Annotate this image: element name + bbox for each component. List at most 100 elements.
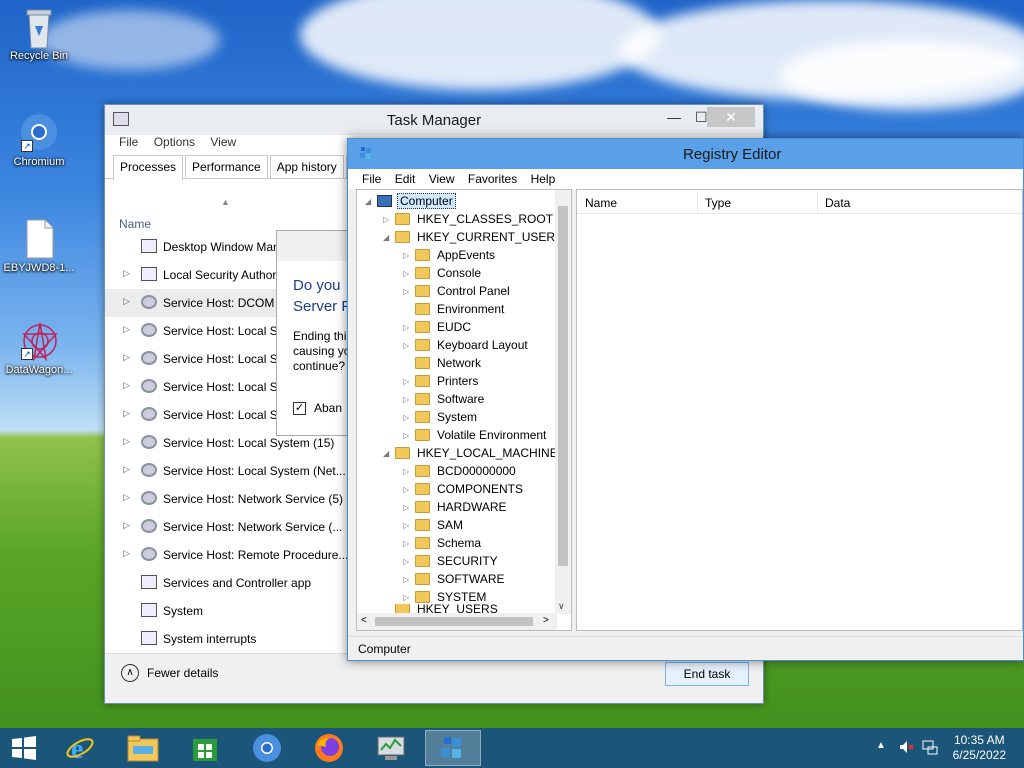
tree-node[interactable]: ▷ BCD00000000	[403, 462, 518, 480]
taskbar-registry-editor[interactable]	[425, 730, 481, 766]
registry-editor-window[interactable]: Registry Editor File Edit View Favorites…	[347, 138, 1024, 661]
taskbar-chromium[interactable]	[239, 730, 295, 766]
sort-up-icon[interactable]: ▲	[221, 197, 230, 207]
chevron-left-icon[interactable]: <	[361, 615, 367, 626]
chevron-right-icon[interactable]: >	[543, 615, 549, 626]
menu-view[interactable]: View	[210, 135, 236, 149]
expand-icon[interactable]: ▷	[403, 431, 415, 440]
expand-icon[interactable]: ▷	[123, 268, 130, 279]
tree-node[interactable]: ▷ Keyboard Layout	[403, 336, 530, 354]
expand-icon[interactable]: ▷	[123, 408, 130, 419]
tree-node-hkcr[interactable]: ▷ HKEY_CLASSES_ROOT	[383, 210, 555, 228]
tree-node[interactable]: ▷ COMPONENTS	[403, 480, 525, 498]
tree-node[interactable]: ▷ Software	[403, 390, 486, 408]
expand-icon[interactable]: ▷	[123, 436, 130, 447]
expand-icon[interactable]: ▷	[123, 324, 130, 335]
taskbar-file-explorer[interactable]	[115, 730, 171, 766]
tree-node-computer[interactable]: ◢ Computer	[365, 192, 456, 210]
expand-icon[interactable]: ▷	[403, 575, 415, 584]
column-data[interactable]: Data	[825, 196, 850, 210]
tab-processes[interactable]: Processes	[113, 155, 184, 180]
expand-icon[interactable]: ▷	[403, 287, 415, 296]
fewer-details-button[interactable]: ∧ Fewer details	[121, 664, 218, 682]
expand-icon[interactable]: ▷	[123, 492, 130, 503]
minimize-icon[interactable]: —	[667, 109, 681, 125]
expand-icon[interactable]: ▷	[403, 539, 415, 548]
tree-node[interactable]: ▷ AppEvents	[403, 246, 497, 264]
expand-icon[interactable]: ▷	[123, 296, 130, 307]
taskbar-task-manager[interactable]	[363, 730, 419, 766]
checkbox-checked-icon[interactable]: ✓	[293, 401, 306, 415]
tree-horizontal-scrollbar[interactable]: < >	[357, 613, 557, 630]
tree-node[interactable]: ▷ SECURITY	[403, 552, 500, 570]
tree-node[interactable]: ▷ EUDC	[403, 318, 473, 336]
chevron-down-icon[interactable]: ∨	[558, 601, 565, 612]
expand-icon[interactable]: ▷	[403, 467, 415, 476]
scrollbar-thumb[interactable]	[375, 617, 533, 626]
expand-icon[interactable]: ▷	[403, 323, 415, 332]
menu-file[interactable]: File	[362, 172, 381, 186]
expand-icon[interactable]: ▷	[403, 503, 415, 512]
menu-edit[interactable]: Edit	[395, 172, 416, 186]
column-divider[interactable]	[697, 192, 698, 212]
registry-editor-titlebar[interactable]: Registry Editor	[348, 139, 1023, 169]
abandon-checkbox[interactable]: ✓ Aban	[293, 401, 342, 415]
desktop-icon-recycle-bin[interactable]: Recycle Bin	[0, 6, 78, 62]
expand-icon[interactable]: ▷	[403, 593, 415, 602]
tab-app-history[interactable]: App history	[269, 155, 344, 178]
column-divider[interactable]	[817, 192, 818, 212]
expand-icon[interactable]: ▷	[403, 251, 415, 260]
registry-tree[interactable]: ◢ Computer ▷ HKEY_CLASSES_ROOT ◢ HKEY_CURRE…	[356, 189, 572, 631]
column-name[interactable]: Name	[119, 217, 151, 231]
start-button[interactable]	[0, 730, 48, 766]
expand-icon[interactable]: ▷	[403, 269, 415, 278]
menu-file[interactable]: File	[119, 135, 138, 149]
expand-icon[interactable]: ▷	[403, 341, 415, 350]
expand-icon[interactable]: ▷	[403, 395, 415, 404]
expand-icon[interactable]: ▷	[403, 557, 415, 566]
tree-node[interactable]: ▷ Console	[403, 264, 483, 282]
tree-node[interactable]: ▷ SOFTWARE	[403, 570, 507, 588]
expand-icon[interactable]: ▷	[403, 377, 415, 386]
desktop-icon-datawagon[interactable]: ↗ DataWagon...	[0, 320, 78, 376]
tree-vertical-scrollbar[interactable]: ∨	[555, 190, 571, 614]
tree-node[interactable]: ▷ Control Panel	[403, 282, 512, 300]
tree-node[interactable]: Network	[403, 354, 483, 372]
tab-performance[interactable]: Performance	[185, 155, 268, 178]
tree-node-hkcu[interactable]: ◢ HKEY_CURRENT_USER	[383, 228, 557, 246]
task-manager-titlebar[interactable]: Task Manager — ☐ ✕	[105, 105, 763, 135]
tree-node[interactable]: Environment	[403, 300, 506, 318]
close-button[interactable]: ✕	[707, 107, 755, 127]
registry-values-list[interactable]: Name Type Data	[576, 189, 1023, 631]
taskbar-internet-explorer[interactable]: e	[52, 730, 108, 766]
expand-icon[interactable]: ▷	[123, 548, 130, 559]
column-name[interactable]: Name	[585, 196, 617, 210]
menu-view[interactable]: View	[429, 172, 455, 186]
tree-node[interactable]: ▷ SAM	[403, 516, 465, 534]
taskbar-store[interactable]	[177, 730, 233, 766]
expand-icon[interactable]: ▷	[403, 413, 415, 422]
end-task-button[interactable]: End task	[665, 662, 749, 686]
column-type[interactable]: Type	[705, 196, 731, 210]
network-icon[interactable]	[922, 739, 938, 758]
tree-node[interactable]: ▷ Schema	[403, 534, 483, 552]
expand-icon[interactable]: ▷	[123, 380, 130, 391]
expand-icon[interactable]: ▷	[123, 520, 130, 531]
tree-node-hklm[interactable]: ◢ HKEY_LOCAL_MACHINE	[383, 444, 560, 462]
expand-icon[interactable]: ▷	[383, 215, 395, 224]
collapse-icon[interactable]: ◢	[383, 233, 395, 242]
desktop-icon-chromium[interactable]: ↗ Chromium	[0, 112, 78, 168]
tree-node[interactable]: ▷ Printers	[403, 372, 480, 390]
volume-muted-icon[interactable]	[898, 739, 914, 758]
taskbar-clock[interactable]: 10:35 AM 6/25/2022	[953, 733, 1006, 763]
expand-icon[interactable]: ▷	[403, 485, 415, 494]
tray-expand-icon[interactable]: ▲	[876, 740, 886, 751]
expand-icon[interactable]: ▷	[403, 521, 415, 530]
menu-help[interactable]: Help	[531, 172, 556, 186]
collapse-icon[interactable]: ◢	[365, 197, 377, 206]
tree-node[interactable]: ▷ System	[403, 408, 479, 426]
menu-favorites[interactable]: Favorites	[468, 172, 517, 186]
maximize-icon[interactable]: ☐	[695, 109, 708, 126]
expand-icon[interactable]: ▷	[123, 464, 130, 475]
taskbar-firefox[interactable]	[301, 730, 357, 766]
